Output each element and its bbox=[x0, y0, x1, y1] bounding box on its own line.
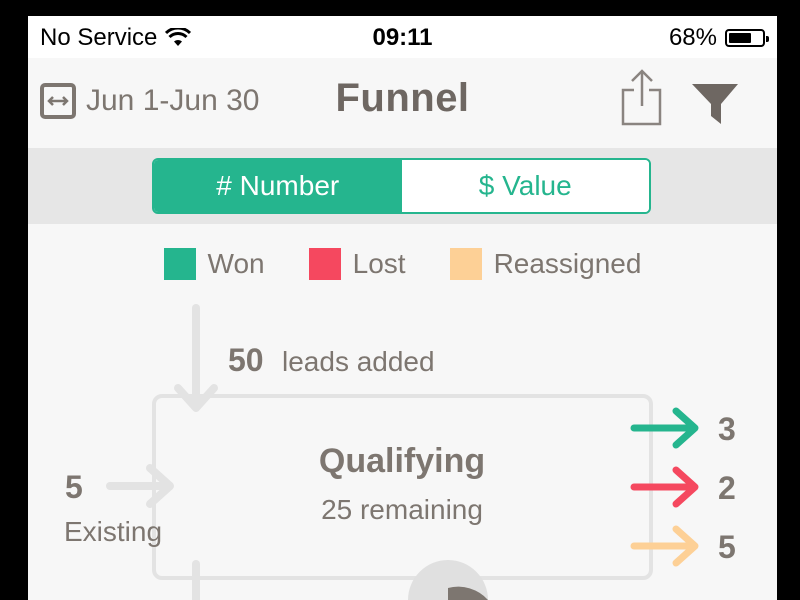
existing-label: Existing bbox=[64, 516, 162, 547]
lost-arrow bbox=[630, 466, 699, 508]
stage-subtitle: 25 remaining bbox=[321, 494, 483, 525]
existing-arrow bbox=[106, 464, 174, 508]
app-screen: No Service 09:11 68% Jun 1-Jun 30 Funnel… bbox=[28, 16, 777, 600]
leads-added-arrow bbox=[174, 304, 218, 412]
reassigned-count: 5 bbox=[718, 529, 736, 565]
leads-added-count: 50 bbox=[228, 342, 264, 378]
leads-added-label: leads added bbox=[282, 346, 435, 377]
won-arrow bbox=[630, 407, 699, 449]
funnel-diagram: 50 leads added 5 Existing Qualifying 25 … bbox=[64, 304, 736, 600]
won-count: 3 bbox=[718, 411, 736, 447]
reassigned-arrow bbox=[630, 525, 699, 567]
existing-count: 5 bbox=[65, 469, 83, 505]
next-stage-indicator bbox=[408, 560, 488, 600]
stage-title: Qualifying bbox=[319, 442, 485, 480]
stage-box[interactable] bbox=[152, 394, 653, 580]
lost-count: 2 bbox=[718, 470, 736, 506]
